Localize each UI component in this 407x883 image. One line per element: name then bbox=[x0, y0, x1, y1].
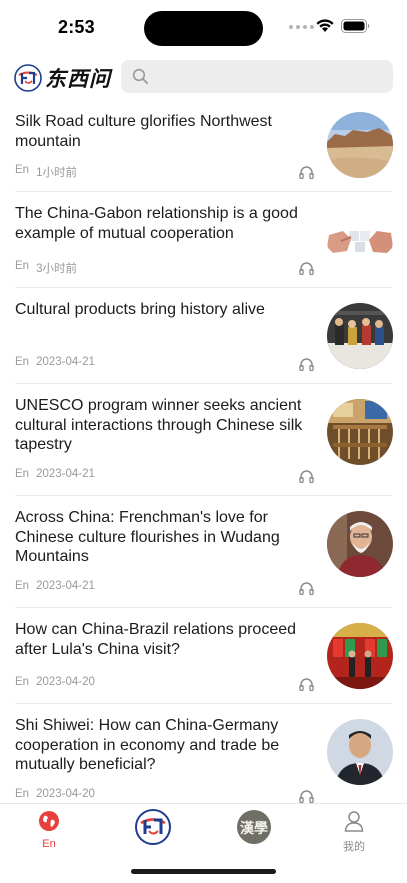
news-thumbnail[interactable] bbox=[327, 207, 393, 273]
seal-text: 漢學 bbox=[240, 820, 268, 837]
dongxiwen-badge-icon bbox=[14, 64, 42, 92]
news-thumbnail[interactable] bbox=[327, 399, 393, 465]
news-language: En bbox=[15, 580, 30, 592]
person-icon bbox=[344, 811, 364, 832]
flags-ceremony-image bbox=[327, 623, 393, 689]
news-meta: En 2023-04-20 bbox=[15, 788, 95, 800]
news-meta: En 3小时前 bbox=[15, 260, 77, 276]
news-language: En bbox=[15, 260, 30, 272]
elderly-man-image bbox=[327, 511, 393, 577]
search-input[interactable] bbox=[121, 60, 393, 93]
app-header: 东西问 bbox=[0, 56, 407, 100]
news-meta: En 2023-04-21 bbox=[15, 468, 95, 480]
news-meta: En 2023-04-21 bbox=[15, 580, 95, 592]
news-time: 2023-04-21 bbox=[36, 356, 95, 368]
news-thumbnail[interactable] bbox=[327, 511, 393, 577]
news-time: 3小时前 bbox=[36, 263, 77, 275]
tab-mine[interactable]: 我的 bbox=[343, 810, 365, 854]
news-title[interactable]: Cultural products bring history alive bbox=[15, 300, 307, 320]
tab-label: 我的 bbox=[343, 841, 365, 853]
man-in-suit-image bbox=[327, 719, 393, 785]
news-title[interactable]: The China-Gabon relationship is a good e… bbox=[15, 204, 307, 243]
news-item[interactable]: Across China: Frenchman's love for Chine… bbox=[15, 496, 393, 608]
tab-dongxiwen[interactable] bbox=[135, 809, 171, 850]
logo-text: 东西问 bbox=[45, 66, 111, 91]
search-icon bbox=[132, 68, 149, 85]
news-thumbnail[interactable] bbox=[327, 112, 393, 178]
headphones-icon[interactable] bbox=[299, 789, 314, 803]
news-item[interactable]: How can China-Brazil relations proceed a… bbox=[15, 608, 393, 704]
news-item[interactable]: Silk Road culture glorifies Northwest mo… bbox=[15, 100, 393, 192]
news-language: En bbox=[15, 164, 30, 176]
hanxue-seal-icon: 漢學 bbox=[237, 810, 271, 844]
headphones-icon[interactable] bbox=[299, 677, 314, 691]
headphones-icon[interactable] bbox=[299, 357, 314, 371]
app-logo: 东西问 bbox=[14, 62, 111, 94]
news-time: 2023-04-21 bbox=[36, 580, 95, 592]
news-language: En bbox=[15, 788, 30, 800]
news-feed[interactable]: Silk Road culture glorifies Northwest mo… bbox=[0, 100, 407, 803]
headphones-icon[interactable] bbox=[299, 261, 314, 275]
battery-icon bbox=[341, 19, 370, 33]
news-title[interactable]: How can China-Brazil relations proceed a… bbox=[15, 620, 307, 659]
news-time: 1小时前 bbox=[36, 167, 77, 179]
tab-hanxue[interactable]: 漢學 bbox=[236, 809, 272, 850]
news-title[interactable]: UNESCO program winner seeks ancient cult… bbox=[15, 396, 307, 455]
headphones-icon[interactable] bbox=[299, 165, 314, 179]
news-meta: En 2023-04-20 bbox=[15, 676, 95, 688]
hands-puzzle-image bbox=[327, 207, 393, 273]
dongxiwen-logo-icon bbox=[135, 809, 171, 845]
news-meta: En 1小时前 bbox=[15, 164, 77, 180]
status-bar: 2:53 bbox=[0, 0, 407, 56]
status-time: 2:53 bbox=[58, 17, 95, 37]
desert-rock-image bbox=[327, 112, 393, 178]
news-time: 2023-04-21 bbox=[36, 468, 95, 480]
news-language: En bbox=[15, 468, 30, 480]
silk-loom-image bbox=[327, 399, 393, 465]
news-title[interactable]: Shi Shiwei: How can China-Germany cooper… bbox=[15, 716, 307, 775]
news-item[interactable]: The China-Gabon relationship is a good e… bbox=[15, 192, 393, 288]
news-item[interactable]: Shi Shiwei: How can China-Germany cooper… bbox=[15, 704, 393, 803]
news-thumbnail[interactable] bbox=[327, 719, 393, 785]
news-language: En bbox=[15, 356, 30, 368]
headphones-icon[interactable] bbox=[299, 581, 314, 595]
news-meta: En 2023-04-21 bbox=[15, 356, 95, 368]
cellular-signal-icon bbox=[289, 25, 314, 29]
news-title[interactable]: Across China: Frenchman's love for Chine… bbox=[15, 508, 307, 567]
news-time: 2023-04-20 bbox=[36, 788, 95, 800]
globe-icon bbox=[39, 811, 59, 831]
tab-label: En bbox=[42, 838, 56, 850]
tab-en[interactable]: En bbox=[38, 810, 60, 850]
figurines-image bbox=[327, 303, 393, 369]
news-time: 2023-04-20 bbox=[36, 676, 95, 688]
dynamic-island bbox=[144, 11, 263, 46]
news-thumbnail[interactable] bbox=[327, 623, 393, 689]
headphones-icon[interactable] bbox=[299, 469, 314, 483]
home-indicator[interactable] bbox=[131, 869, 276, 874]
news-thumbnail[interactable] bbox=[327, 303, 393, 369]
news-language: En bbox=[15, 676, 30, 688]
news-item[interactable]: UNESCO program winner seeks ancient cult… bbox=[15, 384, 393, 496]
wifi-icon bbox=[316, 19, 334, 32]
news-item[interactable]: Cultural products bring history alive En… bbox=[15, 288, 393, 384]
news-title[interactable]: Silk Road culture glorifies Northwest mo… bbox=[15, 112, 307, 151]
